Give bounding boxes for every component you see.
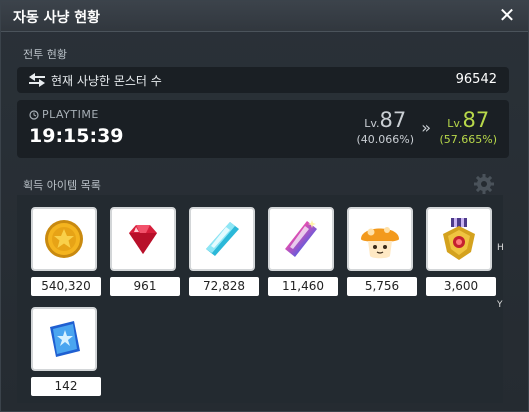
window-title: 자동 사냥 현황 (13, 10, 101, 26)
current-level-percent: (57.665%) (439, 133, 497, 146)
monster-count-row: 현재 사냥한 몬스터 수 96542 (17, 67, 509, 93)
item-frame (426, 207, 492, 271)
item-slot[interactable]: 11,460 (268, 207, 338, 296)
current-level: Lv.87 (57.665%) (439, 108, 497, 146)
cyan-crystal-icon (206, 222, 239, 256)
previous-level: Lv.87 (40.066%) (356, 108, 414, 146)
title-bar: 자동 사냥 현황 ✕ (1, 1, 528, 32)
item-frame (31, 307, 97, 371)
playtime-label: PLAYTIME (42, 108, 99, 121)
item-frame (268, 207, 334, 271)
previous-level-percent: (40.066%) (356, 133, 414, 146)
battle-section-label: 전투 현황 (23, 48, 67, 61)
gear-icon[interactable] (473, 173, 495, 195)
previous-level-number: 87 (379, 108, 407, 132)
item-frame (189, 207, 255, 271)
item-frame (31, 207, 97, 271)
acquired-items-list: 540,320 961 72,828 11,460 5,756 3,600 14… (17, 195, 503, 403)
current-level-number: 87 (462, 108, 490, 132)
item-slot[interactable]: 3,600 (426, 207, 496, 296)
item-count: 540,320 (31, 277, 101, 296)
monster-count-value: 96542 (455, 72, 497, 87)
swap-arrows-icon (29, 73, 45, 87)
item-frame (347, 207, 413, 271)
item-count: 5,756 (347, 277, 417, 296)
item-count: 3,600 (426, 277, 496, 296)
items-section-label: 획득 아이템 목록 (23, 179, 101, 192)
item-count: 142 (31, 377, 101, 396)
close-icon[interactable]: ✕ (496, 3, 518, 27)
side-letter-y: Y (497, 300, 503, 310)
monster-count-label: 현재 사냥한 몬스터 수 (51, 74, 162, 88)
item-count: 72,828 (189, 277, 259, 296)
medal-icon (443, 218, 475, 260)
rainbow-crystal-icon (285, 220, 317, 257)
clock-icon (29, 110, 39, 120)
item-slot[interactable]: 540,320 (31, 207, 101, 296)
item-count: 961 (110, 277, 180, 296)
item-slot[interactable]: 5,756 (347, 207, 417, 296)
orange-mushroom-icon (361, 227, 399, 259)
item-slot[interactable]: 142 (31, 307, 101, 396)
red-gem-icon (129, 225, 157, 254)
playtime-value: 19:15:39 (29, 125, 124, 147)
blue-ticket-icon (50, 321, 80, 357)
item-count: 11,460 (268, 277, 338, 296)
side-letter-h: H (497, 243, 504, 253)
item-slot[interactable]: 72,828 (189, 207, 259, 296)
item-frame (110, 207, 176, 271)
gold-coin-icon (45, 220, 83, 258)
item-slot[interactable]: 961 (110, 207, 180, 296)
level-change-arrows: » (421, 118, 431, 137)
playtime-row: PLAYTIME 19:15:39 Lv.87 (40.066%) » Lv.8… (17, 100, 509, 158)
previous-level-prefix: Lv. (364, 117, 380, 130)
auto-hunt-panel: 자동 사냥 현황 ✕ 전투 현황 현재 사냥한 몬스터 수 96542 PLAY… (0, 0, 529, 412)
current-level-prefix: Lv. (447, 117, 463, 130)
